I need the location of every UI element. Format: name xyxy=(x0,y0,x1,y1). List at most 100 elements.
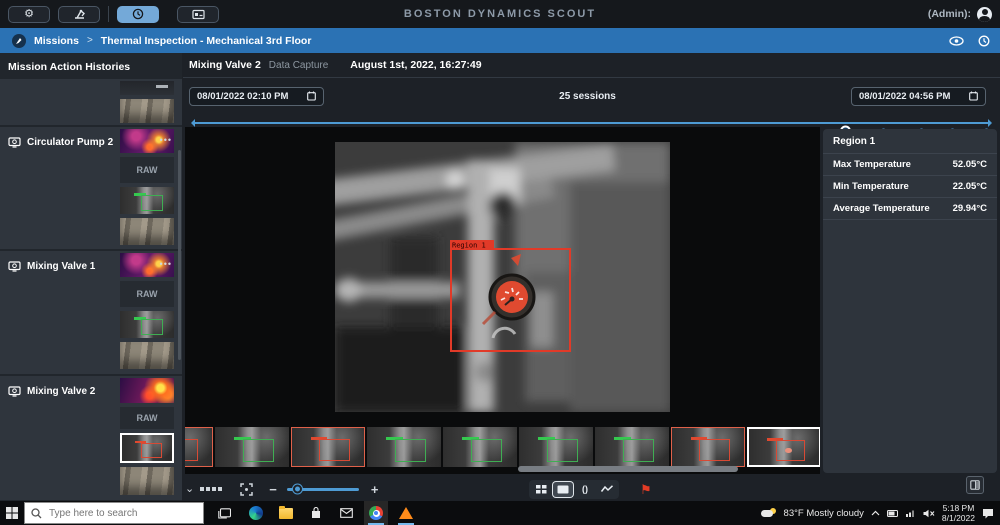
history-clock-icon xyxy=(132,8,144,20)
task-view-button[interactable] xyxy=(212,501,236,525)
filmstrip-thumb[interactable] xyxy=(443,427,517,467)
selected-raw-thumbnail[interactable] xyxy=(120,433,174,463)
capture-timestamp: August 1st, 2022, 16:27:49 xyxy=(350,59,481,71)
trend-view-button[interactable] xyxy=(597,482,617,497)
zoom-slider[interactable] xyxy=(287,488,359,491)
zoom-slider-thumb[interactable] xyxy=(293,485,302,494)
flag-icon[interactable]: ⚑ xyxy=(640,483,652,496)
breadcrumb-root[interactable]: Missions xyxy=(34,35,79,47)
zoom-in-button[interactable]: + xyxy=(371,482,379,497)
capture-thumbnail[interactable] xyxy=(120,81,174,95)
mission-history-sidebar: Mission Action Histories Circulator Pump… xyxy=(0,53,182,501)
capture-title: Mixing Valve 2 xyxy=(189,59,261,71)
temperature-row: Average Temperature 29.94°C xyxy=(823,198,997,220)
weather-text[interactable]: 83°F Mostly cloudy xyxy=(784,508,864,519)
history-item-label: Mixing Valve 2 xyxy=(27,386,95,397)
end-date-picker[interactable]: 08/01/2022 04:56 PM xyxy=(851,87,986,106)
vlc-button[interactable] xyxy=(394,501,418,525)
chrome-button[interactable] xyxy=(364,501,388,525)
display-button[interactable] xyxy=(177,6,219,23)
image-icon xyxy=(557,485,569,494)
camera-icon xyxy=(8,261,21,272)
clock-tray[interactable]: 5:18 PM 8/1/2022 xyxy=(942,503,975,523)
filmstrip-thumb[interactable] xyxy=(595,427,669,467)
speaker-muted-icon[interactable] xyxy=(923,509,935,518)
filmstrip-thumb[interactable] xyxy=(519,427,593,467)
temperature-row: Min Temperature 22.05°C xyxy=(823,176,997,198)
history-item-mixing-valve-1[interactable]: Mixing Valve 1 ••• RAW xyxy=(0,251,182,374)
history-button[interactable] xyxy=(117,6,159,23)
toolbar-divider xyxy=(108,6,109,22)
filmstrip-scrollbar[interactable] xyxy=(518,466,738,472)
filmstrip-thumb[interactable] xyxy=(671,427,745,467)
windows-logo-icon xyxy=(6,507,18,519)
thermal-thumbnail[interactable] xyxy=(120,378,174,403)
search-input[interactable] xyxy=(49,508,199,519)
start-date-picker[interactable]: 08/01/2022 02:10 PM xyxy=(189,87,324,106)
gear-icon: ⚙ xyxy=(24,9,34,20)
taskbar-search[interactable] xyxy=(24,502,204,524)
history-item-label: Mixing Valve 1 xyxy=(27,261,95,272)
sessions-count: 25 sessions xyxy=(559,91,616,102)
filmstrip xyxy=(185,427,820,467)
robot-button[interactable] xyxy=(58,6,100,23)
history-item-mixing-valve-2[interactable]: Mixing Valve 2 RAW xyxy=(0,376,182,500)
photo-thumbnail[interactable] xyxy=(120,467,174,495)
store-button[interactable] xyxy=(304,501,328,525)
history-item-partial[interactable] xyxy=(0,79,182,125)
thermal-image[interactable]: Region 1 xyxy=(335,142,670,412)
photo-thumbnail[interactable] xyxy=(120,218,174,245)
filmstrip-thumb[interactable] xyxy=(367,427,441,467)
fit-screen-icon[interactable] xyxy=(240,483,253,496)
filmstrip-thumb-selected[interactable] xyxy=(747,427,820,467)
temp-label: Max Temperature xyxy=(833,159,911,170)
weather-icon[interactable] xyxy=(761,508,777,518)
image-view-button[interactable] xyxy=(553,482,573,497)
region-panel-title: Region 1 xyxy=(823,129,997,154)
code-view-icon: () xyxy=(582,484,588,494)
clock-icon[interactable] xyxy=(978,35,990,47)
task-view-icon xyxy=(218,508,231,519)
user-avatar[interactable] xyxy=(977,7,992,22)
mail-button[interactable] xyxy=(334,501,358,525)
history-item-label: Circulator Pump 2 xyxy=(27,137,113,148)
settings-button[interactable]: ⚙ xyxy=(8,6,50,23)
calendar-icon xyxy=(969,91,978,101)
image-viewer[interactable]: Region 1 xyxy=(185,127,820,474)
search-icon xyxy=(31,508,42,519)
grid-view-button[interactable] xyxy=(531,482,551,497)
code-view-button[interactable]: () xyxy=(575,482,595,497)
raw-thumbnail[interactable] xyxy=(120,187,174,214)
file-explorer-button[interactable] xyxy=(274,501,298,525)
layer-dots-handle[interactable] xyxy=(200,487,222,491)
hidden-icons-chevron[interactable] xyxy=(871,510,880,516)
thermal-thumbnail[interactable]: ••• xyxy=(120,253,174,277)
timeline-track[interactable] xyxy=(193,122,990,124)
edge-icon xyxy=(249,506,263,520)
admin-label: (Admin): xyxy=(928,8,971,20)
zoom-out-button[interactable]: − xyxy=(269,482,277,497)
raw-thumbnail[interactable] xyxy=(120,311,174,338)
app-window: ⚙ BOSTON DYNAMICS SCOUT (Admin): Mission… xyxy=(0,0,1000,525)
camera-icon xyxy=(8,386,21,397)
temp-value: 29.94°C xyxy=(953,203,987,214)
windows-taskbar: 83°F Mostly cloudy 5:18 PM 8/1/2022 xyxy=(0,501,1000,525)
capture-thumbnail[interactable] xyxy=(120,99,174,123)
sidebar-scrollbar[interactable] xyxy=(178,150,181,360)
chevron-down-icon[interactable]: ⌄ xyxy=(185,484,194,495)
filmstrip-thumb[interactable] xyxy=(215,427,289,467)
filmstrip-thumb[interactable] xyxy=(185,427,213,467)
mail-icon xyxy=(340,508,353,518)
collapse-panel-button[interactable] xyxy=(966,476,984,494)
network-icon[interactable] xyxy=(906,509,916,517)
sidebar-title: Mission Action Histories xyxy=(0,53,182,79)
edge-button[interactable] xyxy=(244,501,268,525)
filmstrip-thumb[interactable] xyxy=(291,427,365,467)
start-button[interactable] xyxy=(0,501,24,525)
eye-icon[interactable] xyxy=(949,36,964,46)
photo-thumbnail[interactable] xyxy=(120,342,174,369)
history-item-circulator-pump-2[interactable]: Circulator Pump 2 ••• RAW xyxy=(0,127,182,249)
battery-icon[interactable] xyxy=(887,510,899,517)
action-center-icon[interactable] xyxy=(982,508,994,519)
thermal-thumbnail[interactable]: ••• xyxy=(120,129,174,153)
